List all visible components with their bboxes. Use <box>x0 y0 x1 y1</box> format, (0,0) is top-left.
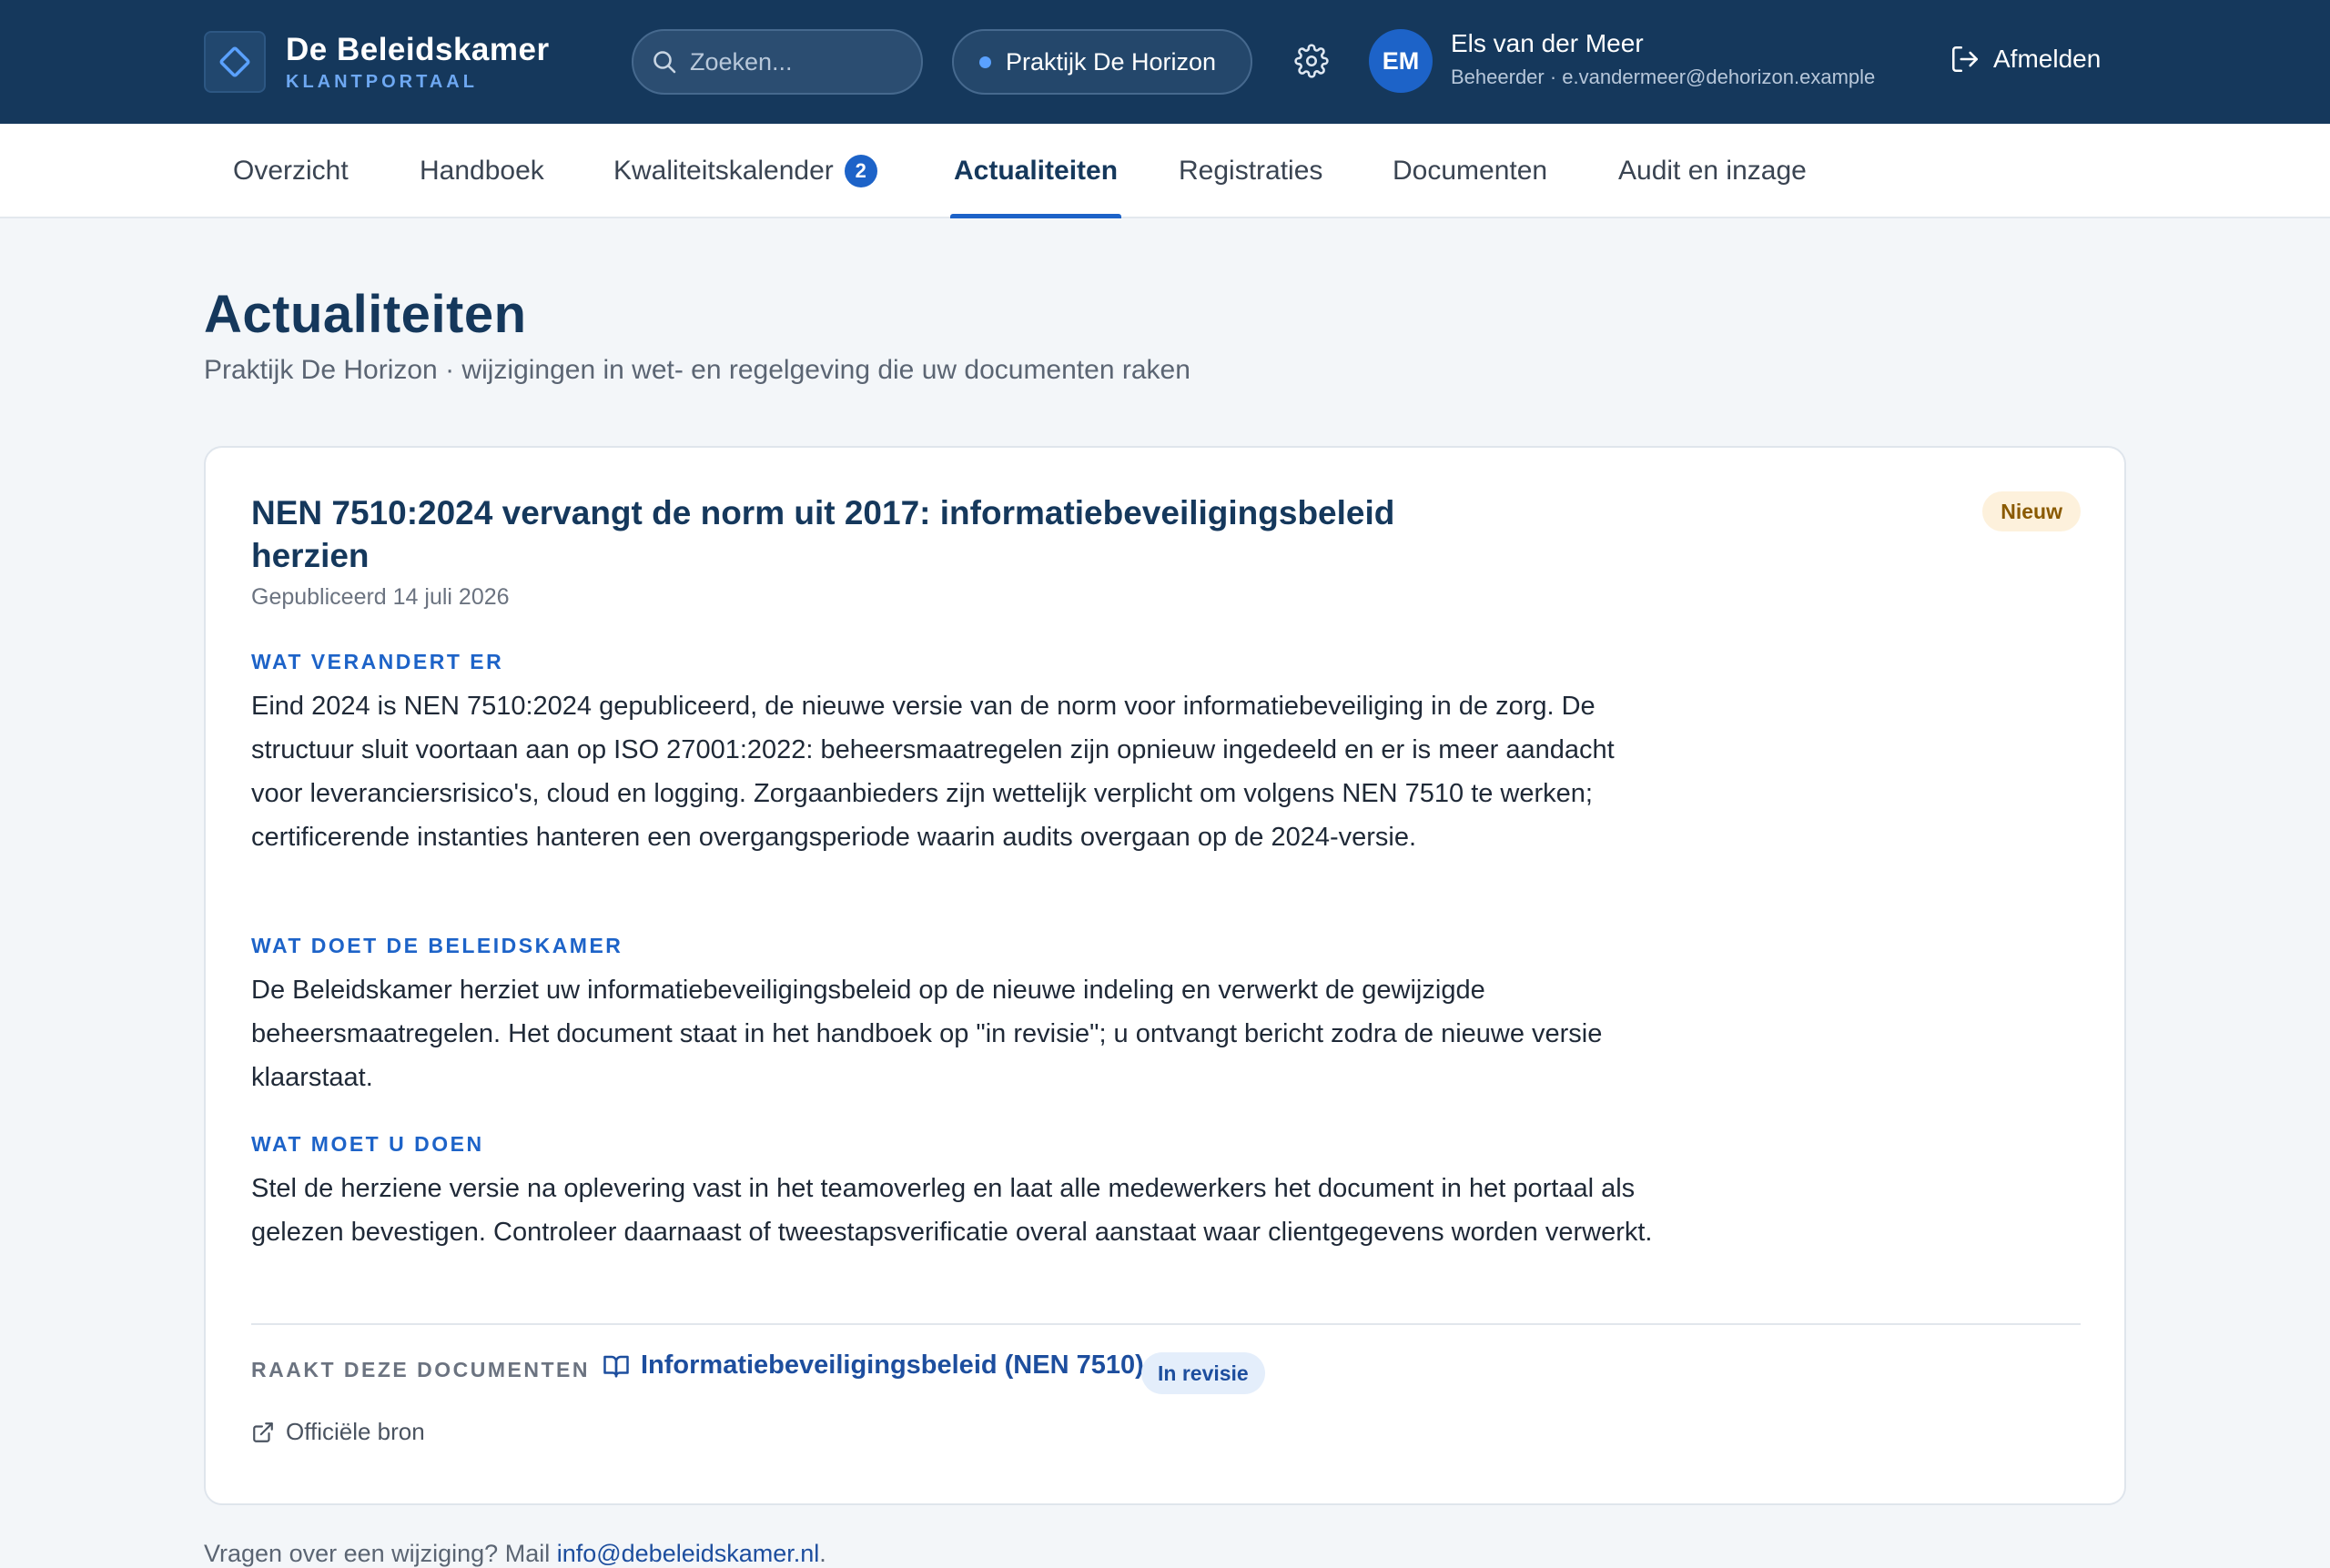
footer-suffix: . <box>819 1540 826 1567</box>
external-link-icon <box>253 1421 273 1442</box>
search-input[interactable] <box>690 47 890 76</box>
practice-selector[interactable]: Praktijk De Horizon <box>952 29 1252 95</box>
section-label-what-changes: WAT VERANDERT ER <box>251 650 504 673</box>
footer-text: Vragen over een wijziging? Mail <box>204 1540 557 1567</box>
update-title: NEN 7510:2024 vervangt de norm uit 2017:… <box>251 494 1395 574</box>
tab-label: Registraties <box>1179 156 1323 186</box>
count-badge: 2 <box>844 155 877 187</box>
section-text-what-you-do: Stel de herziene versie na oplevering va… <box>251 1174 1653 1247</box>
brand-name: De Beleidskamer <box>286 31 550 67</box>
book-icon <box>603 1355 629 1377</box>
brand[interactable]: De Beleidskamer KLANTPORTAAL <box>204 31 550 93</box>
logout-label: Afmelden <box>1993 45 2102 73</box>
section-label-what-you-do: WAT MOET U DOEN <box>251 1132 484 1156</box>
document-link[interactable]: Informatiebeveiligingsbeleid (NEN 7510) <box>603 1351 1144 1381</box>
tab-documenten[interactable]: Documenten <box>1393 124 1547 218</box>
tab-registraties[interactable]: Registraties <box>1179 124 1322 218</box>
gear-icon <box>1294 44 1329 78</box>
search-icon <box>653 51 676 74</box>
official-source-link[interactable]: Officiële bron <box>251 1418 425 1446</box>
tab-kwaliteitskalender[interactable]: Kwaliteitskalender 2 <box>613 124 877 218</box>
footer-note: Vragen over een wijziging? Mail info@deb… <box>204 1540 826 1568</box>
tab-label: Handboek <box>420 156 544 186</box>
published-date: Gepubliceerd 14 juli 2026 <box>251 584 510 610</box>
update-card: NEN 7510:2024 vervangt de norm uit 2017:… <box>204 446 2126 1505</box>
logout-button[interactable]: Afmelden <box>1950 44 2101 75</box>
tab-audit-en-inzage[interactable]: Audit en inzage <box>1618 124 1807 218</box>
document-link-label: Informatiebeveiligingsbeleid (NEN 7510) <box>641 1351 1144 1380</box>
status-dot-icon <box>979 56 991 68</box>
logout-icon <box>1951 46 1979 73</box>
section-text-what-changes: Eind 2024 is NEN 7510:2024 gepubliceerd,… <box>251 692 1615 852</box>
divider <box>251 1323 2081 1325</box>
tab-label: Overzicht <box>233 156 349 186</box>
user-role-email: Beheerder · e.vandermeer@dehorizon.examp… <box>1451 66 1876 88</box>
main-tabs: Overzicht Handboek Kwaliteitskalender 2 … <box>0 124 2330 218</box>
tab-handboek[interactable]: Handboek <box>420 124 544 218</box>
user-name: Els van der Meer <box>1451 29 1644 57</box>
tab-label: Documenten <box>1393 156 1548 186</box>
section-text-what-we-do: De Beleidskamer herziet uw informatiebev… <box>251 976 1603 1092</box>
brand-subtitle: KLANTPORTAAL <box>286 71 478 92</box>
page-title: Actualiteiten <box>204 285 527 344</box>
status-badge: Nieuw <box>1982 491 2081 531</box>
contact-email-link[interactable]: info@debeleidskamer.nl <box>557 1540 820 1567</box>
tab-overzicht[interactable]: Overzicht <box>233 124 349 218</box>
search-box[interactable] <box>632 29 923 95</box>
top-header: De Beleidskamer KLANTPORTAAL Praktijk De… <box>0 0 2330 124</box>
practice-label: Praktijk De Horizon <box>1006 47 1217 76</box>
section-label-what-we-do: WAT DOET DE BELEIDSKAMER <box>251 934 623 957</box>
affects-documents-label: RAAKT DEZE DOCUMENTEN <box>251 1358 590 1381</box>
tab-label: Audit en inzage <box>1618 156 1807 186</box>
official-source-label: Officiële bron <box>286 1418 425 1445</box>
tab-label: Actualiteiten <box>954 156 1119 186</box>
document-status-badge: In revisie <box>1141 1352 1265 1394</box>
avatar[interactable]: EM <box>1369 29 1433 93</box>
tab-actualiteiten[interactable]: Actualiteiten <box>949 124 1122 218</box>
page-subtitle: Praktijk De Horizon · wijzigingen in wet… <box>204 355 1190 385</box>
settings-button[interactable] <box>1294 44 1329 78</box>
user-info: Els van der Meer Beheerder · e.vandermee… <box>1451 27 1875 89</box>
tab-label: Kwaliteitskalender <box>613 156 834 186</box>
diamond-logo-icon <box>204 31 266 93</box>
